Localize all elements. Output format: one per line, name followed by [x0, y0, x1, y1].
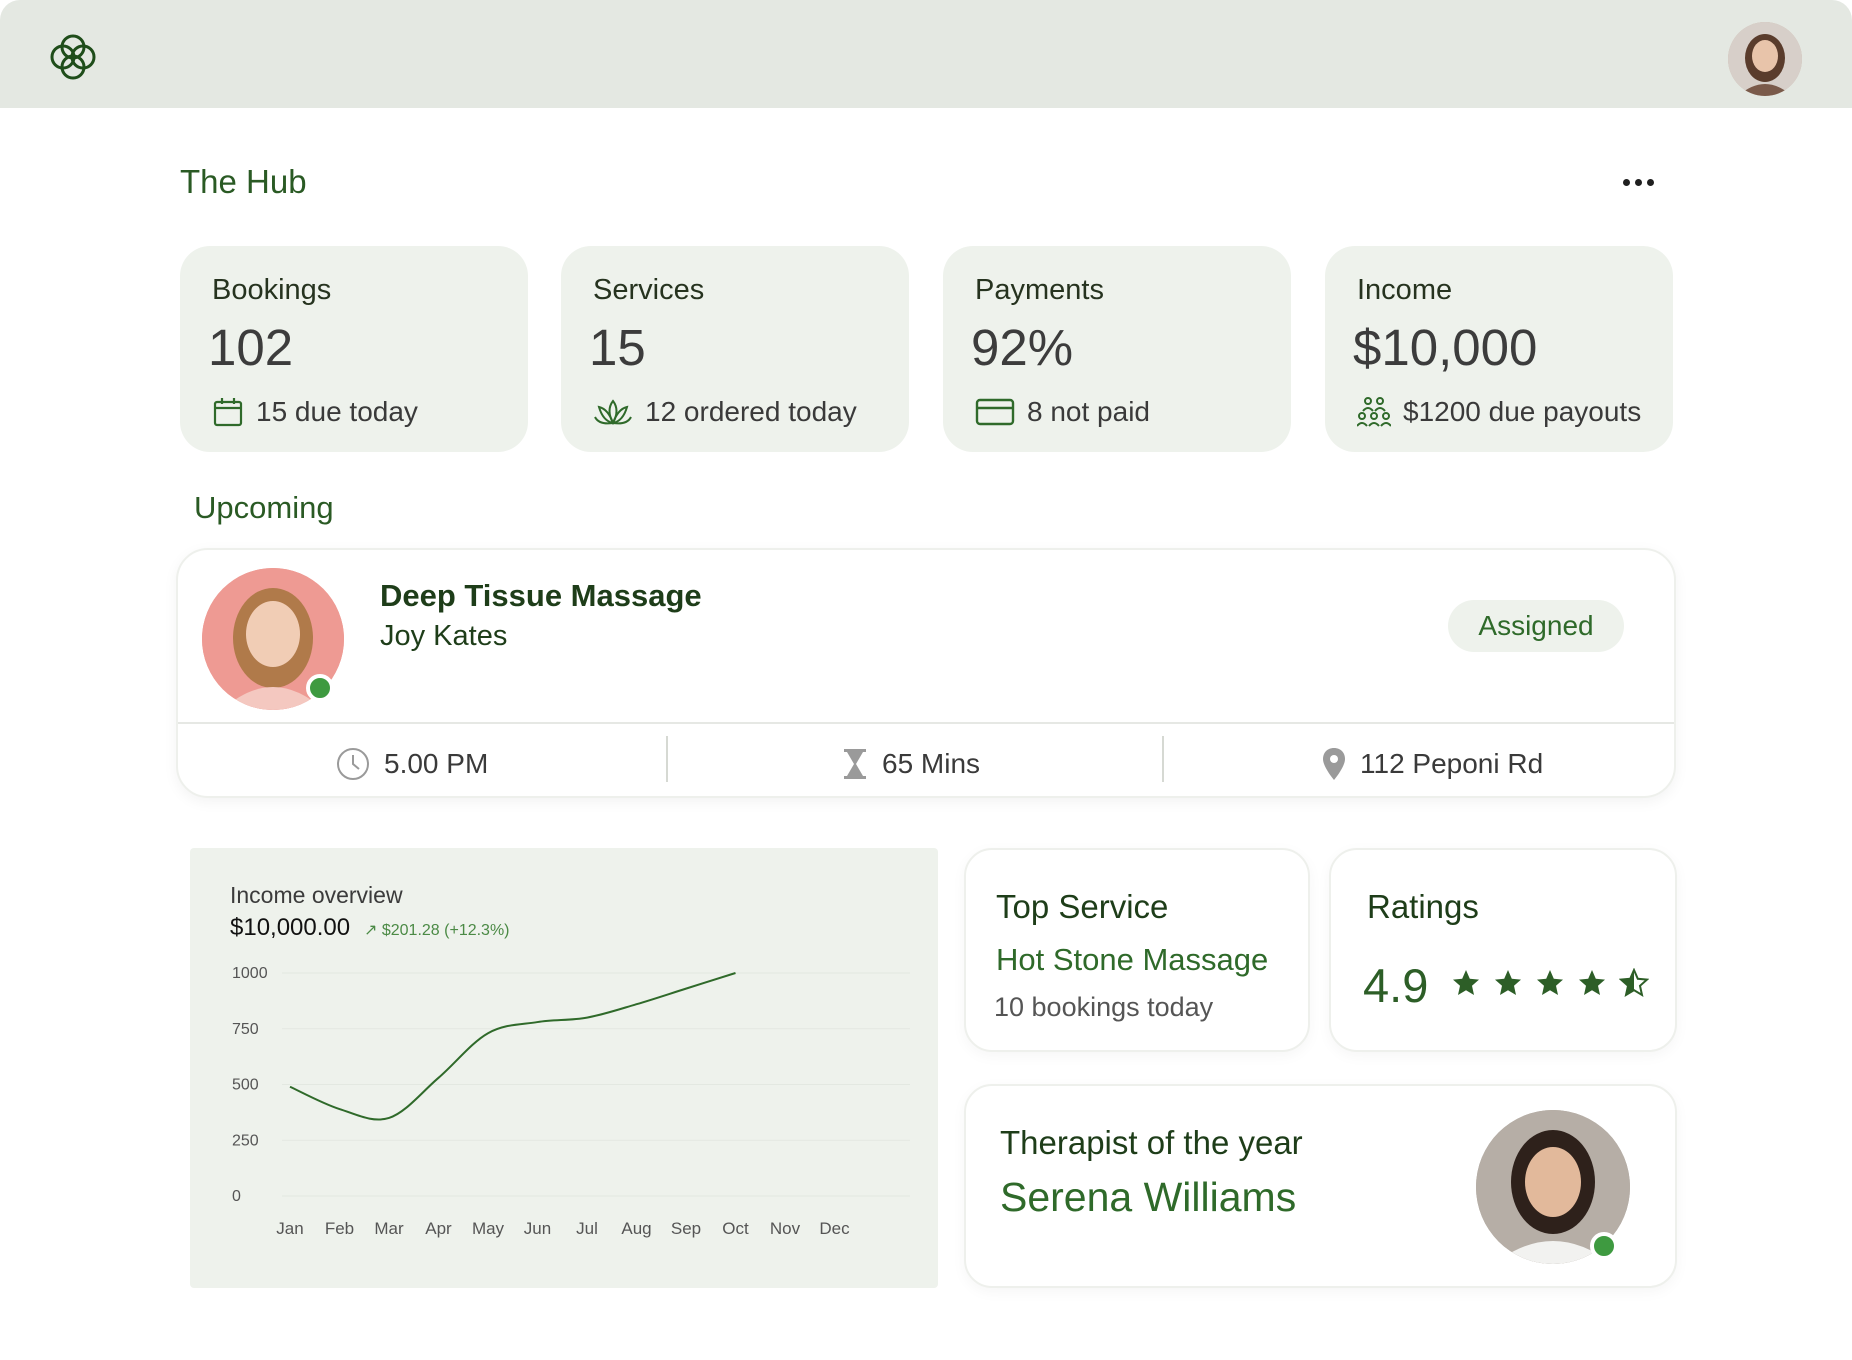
- x-tick-label: Dec: [819, 1219, 850, 1238]
- y-tick-label: 250: [232, 1132, 259, 1149]
- detail-separator: [666, 736, 668, 782]
- dot-icon: [1622, 178, 1630, 186]
- top-service-name: Hot Stone Massage: [996, 942, 1269, 977]
- upcoming-booking-card[interactable]: Deep Tissue Massage Joy Kates Assigned 5…: [176, 548, 1676, 798]
- x-tick-label: Jun: [524, 1219, 551, 1238]
- user-avatar[interactable]: [1728, 22, 1802, 96]
- upcoming-title: Upcoming: [194, 490, 334, 525]
- rating-value: 4.9: [1363, 959, 1429, 1012]
- stat-value: 92%: [971, 319, 1074, 376]
- y-tick-label: 1000: [232, 965, 268, 982]
- payments-card[interactable]: Payments 92% 8 not paid: [943, 246, 1291, 452]
- stat-label: Income: [1357, 274, 1453, 306]
- half-star-icon: [1619, 968, 1649, 998]
- top-service-title: Top Service: [996, 888, 1169, 925]
- clock-icon: [337, 748, 369, 780]
- stat-sub: 12 ordered today: [593, 396, 857, 428]
- stat-sub-text: 15 due today: [256, 396, 418, 427]
- star-icon: [1537, 970, 1563, 995]
- stat-value: $10,000: [1353, 319, 1538, 376]
- y-tick-label: 500: [232, 1077, 259, 1094]
- stat-sub-text: $1200 due payouts: [1403, 396, 1642, 427]
- x-tick-label: Aug: [621, 1219, 651, 1238]
- y-tick-label: 0: [232, 1188, 241, 1205]
- card-divider: [178, 722, 1674, 724]
- flower-logo-icon[interactable]: [48, 32, 98, 82]
- income-overview-card: Income overview $10,000.00 ↗ $201.28 (+1…: [190, 848, 938, 1288]
- services-card[interactable]: Services 15 12 ordered today: [561, 246, 909, 452]
- lotus-icon: [594, 399, 632, 426]
- star-rating: [1451, 968, 1649, 998]
- therapist-title: Therapist of the year: [1000, 1124, 1303, 1161]
- stat-value: 102: [208, 319, 294, 376]
- top-service-sub: 10 bookings today: [994, 992, 1214, 1022]
- stat-label: Payments: [975, 274, 1104, 306]
- booking-location: 112 Peponi Rd: [1322, 740, 1543, 788]
- star-icon: [1495, 970, 1521, 995]
- series-line: [289, 972, 736, 1121]
- duration-text: 65 Mins: [882, 748, 981, 779]
- stat-label: Bookings: [212, 274, 332, 306]
- star-icon: [1453, 970, 1479, 995]
- page-title: The Hub: [180, 163, 307, 200]
- booking-duration: 65 Mins: [842, 740, 980, 788]
- y-tick-label: 750: [232, 1021, 259, 1038]
- stat-label: Services: [593, 274, 705, 306]
- stat-sub: 15 due today: [212, 396, 418, 428]
- x-tick-label: Apr: [425, 1219, 452, 1238]
- people-icon: [1357, 397, 1391, 427]
- stat-sub-text: 8 not paid: [1027, 396, 1150, 427]
- location-text: 112 Peponi Rd: [1360, 748, 1544, 779]
- booking-time: 5.00 PM: [336, 740, 488, 788]
- time-text: 5.00 PM: [384, 748, 489, 779]
- x-tick-label: May: [472, 1219, 505, 1238]
- detail-separator: [1162, 736, 1164, 782]
- income-line-chart: 1000 750 500 250 0 Jan Feb Mar Apr May Jun Jul Aug Se…: [232, 965, 910, 1238]
- x-tick-label: Jul: [576, 1219, 598, 1238]
- therapist-name: Serena Williams: [1000, 1174, 1297, 1220]
- top-service-card[interactable]: Top Service Hot Stone Massage 10 booking…: [964, 848, 1310, 1052]
- hourglass-icon: [844, 749, 866, 779]
- location-pin-icon: [1323, 748, 1345, 780]
- online-status-dot: [306, 674, 334, 702]
- x-tick-label: Feb: [325, 1219, 354, 1238]
- dot-icon: [1646, 178, 1654, 186]
- stat-sub: $1200 due payouts: [1357, 396, 1641, 428]
- x-tick-label: Nov: [770, 1219, 801, 1238]
- online-status-dot: [1590, 1232, 1618, 1260]
- therapist-card[interactable]: Therapist of the year Serena Williams: [964, 1084, 1677, 1288]
- ratings-card[interactable]: Ratings 4.9: [1329, 848, 1677, 1052]
- x-tick-label: Oct: [722, 1219, 749, 1238]
- more-options-button[interactable]: [1616, 168, 1660, 196]
- income-card[interactable]: Income $10,000 $1200 due payouts: [1325, 246, 1673, 452]
- calendar-icon: [213, 398, 243, 427]
- top-bar: [0, 0, 1852, 108]
- service-name: Deep Tissue Massage: [380, 578, 702, 613]
- stat-sub-text: 12 ordered today: [645, 396, 857, 427]
- bookings-card[interactable]: Bookings 102 15 due today: [180, 246, 528, 452]
- x-tick-label: Sep: [671, 1219, 701, 1238]
- x-tick-label: Jan: [276, 1219, 303, 1238]
- ratings-title: Ratings: [1367, 888, 1479, 925]
- stat-value: 15: [589, 319, 646, 376]
- status-badge[interactable]: Assigned: [1448, 600, 1624, 652]
- client-name: Joy Kates: [380, 620, 508, 652]
- credit-card-icon: [975, 398, 1015, 426]
- dot-icon: [1634, 178, 1642, 186]
- x-tick-label: Mar: [374, 1219, 404, 1238]
- stat-sub: 8 not paid: [975, 396, 1150, 428]
- star-icon: [1579, 970, 1605, 995]
